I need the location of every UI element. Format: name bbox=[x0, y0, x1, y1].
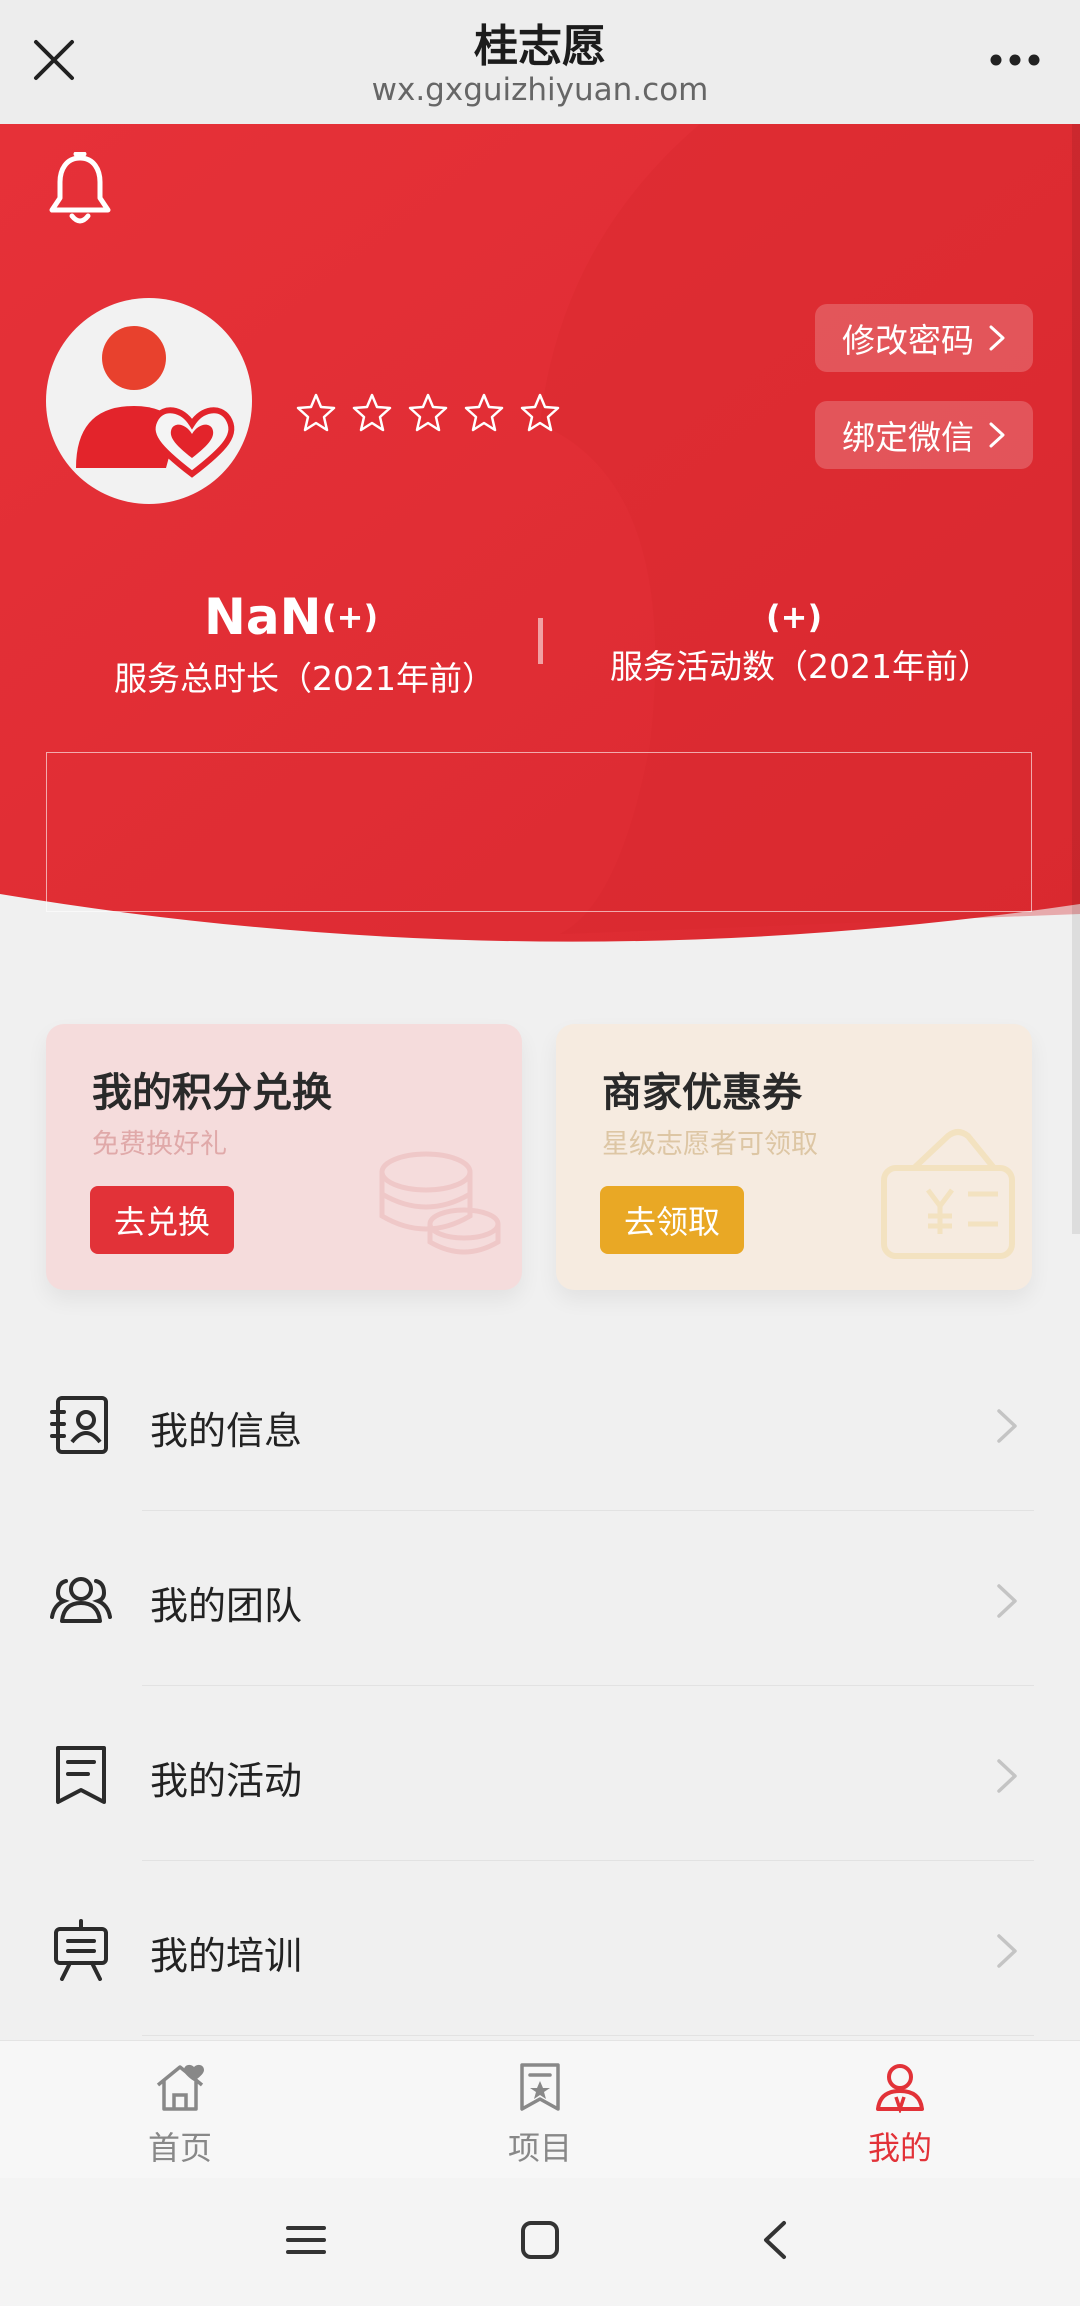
stats-divider bbox=[538, 618, 543, 664]
claim-button[interactable]: 去领取 bbox=[600, 1186, 745, 1254]
menu-item-label: 我的活动 bbox=[150, 1759, 303, 1803]
menu-item-label: 我的团队 bbox=[150, 1584, 303, 1628]
change-password-button[interactable]: 修改密码 bbox=[815, 304, 1033, 372]
menu-item-label: 我的培训 bbox=[150, 1934, 303, 1978]
service-hours-add[interactable]: (+) bbox=[322, 598, 378, 636]
chevron-right-icon bbox=[997, 1409, 1017, 1443]
notification-bell-icon[interactable] bbox=[46, 152, 114, 228]
star-icon bbox=[408, 393, 448, 432]
coins-icon bbox=[379, 1151, 501, 1255]
menu-item-my-training[interactable]: 我的培训 bbox=[0, 1861, 1080, 2036]
more-options-icon[interactable] bbox=[988, 52, 1042, 68]
change-password-label: 修改密码 bbox=[842, 321, 974, 360]
points-exchange-subtitle: 免费换好礼 bbox=[92, 1129, 227, 1160]
home-nav-icon[interactable] bbox=[520, 2220, 560, 2260]
tab-home[interactable]: 首页 bbox=[80, 2041, 280, 2179]
tab-mine-label: 我的 bbox=[867, 2129, 932, 2167]
tab-mine[interactable]: 我的 bbox=[800, 2041, 1000, 2179]
star-icon bbox=[520, 393, 560, 432]
browser-bar: 桂志愿 wx.gxguizhiyuan.com bbox=[0, 0, 1080, 125]
bind-wechat-button[interactable]: 绑定微信 bbox=[815, 401, 1033, 469]
wallet-icon bbox=[881, 1129, 1015, 1259]
back-nav-icon[interactable] bbox=[756, 2220, 796, 2260]
home-icon bbox=[156, 2064, 204, 2111]
menu-item-my-activities[interactable]: 我的活动 bbox=[0, 1686, 1080, 1861]
profile-menu: 我的信息 我的团队 我的活动 我的培训 bbox=[0, 1336, 1080, 2036]
page-title: 桂志愿 bbox=[474, 21, 606, 72]
bind-wechat-label: 绑定微信 bbox=[842, 418, 974, 457]
service-activities-add[interactable]: (+) bbox=[766, 598, 822, 636]
redeem-button[interactable]: 去兑换 bbox=[90, 1186, 235, 1254]
id-card-icon bbox=[50, 1396, 108, 1454]
service-activities-label: 服务活动数（2021年前） bbox=[610, 647, 991, 686]
tab-home-label: 首页 bbox=[147, 2129, 212, 2167]
merchant-coupon-title: 商家优惠券 bbox=[602, 1070, 802, 1116]
projects-icon bbox=[520, 2063, 560, 2111]
star-icon bbox=[352, 393, 392, 432]
training-icon bbox=[54, 1919, 108, 1981]
menu-item-my-team[interactable]: 我的团队 bbox=[0, 1511, 1080, 1686]
tab-projects-label: 项目 bbox=[507, 2129, 572, 2167]
volunteer-avatar-icon bbox=[76, 326, 235, 478]
system-nav-bar bbox=[0, 2178, 1080, 2306]
menu-item-my-info[interactable]: 我的信息 bbox=[0, 1336, 1080, 1511]
team-icon bbox=[50, 1577, 112, 1623]
avatar[interactable] bbox=[46, 298, 252, 504]
points-exchange-title: 我的积分兑换 bbox=[92, 1070, 332, 1116]
star-icon bbox=[296, 393, 336, 432]
tab-projects[interactable]: 项目 bbox=[440, 2041, 640, 2179]
chevron-right-icon bbox=[989, 325, 1005, 351]
points-exchange-card[interactable]: 我的积分兑换 免费换好礼 去兑换 bbox=[46, 1024, 522, 1290]
menu-item-label: 我的信息 bbox=[150, 1409, 303, 1453]
merchant-coupon-card[interactable]: 商家优惠券 星级志愿者可领取 去领取 bbox=[556, 1024, 1032, 1290]
chevron-right-icon bbox=[997, 1934, 1017, 1968]
chevron-right-icon bbox=[997, 1584, 1017, 1618]
service-hours-label: 服务总时长（2021年前） bbox=[114, 659, 495, 698]
service-hours-value: NaN bbox=[204, 588, 322, 646]
bottom-tab-bar: 首页 项目 我的 bbox=[0, 2040, 1080, 2179]
activity-icon bbox=[56, 1746, 106, 1804]
star-rating bbox=[296, 392, 560, 432]
scrollbar[interactable] bbox=[1072, 124, 1080, 1234]
banner-placeholder bbox=[46, 752, 1032, 912]
star-icon bbox=[464, 393, 504, 432]
merchant-coupon-subtitle: 星级志愿者可领取 bbox=[602, 1129, 818, 1160]
user-icon bbox=[876, 2064, 924, 2113]
chevron-right-icon bbox=[997, 1759, 1017, 1793]
page-url: wx.gxguizhiyuan.com bbox=[371, 72, 709, 108]
menu-nav-icon[interactable] bbox=[286, 2220, 326, 2260]
menu-divider bbox=[142, 2035, 1034, 2036]
chevron-right-icon bbox=[989, 422, 1005, 448]
